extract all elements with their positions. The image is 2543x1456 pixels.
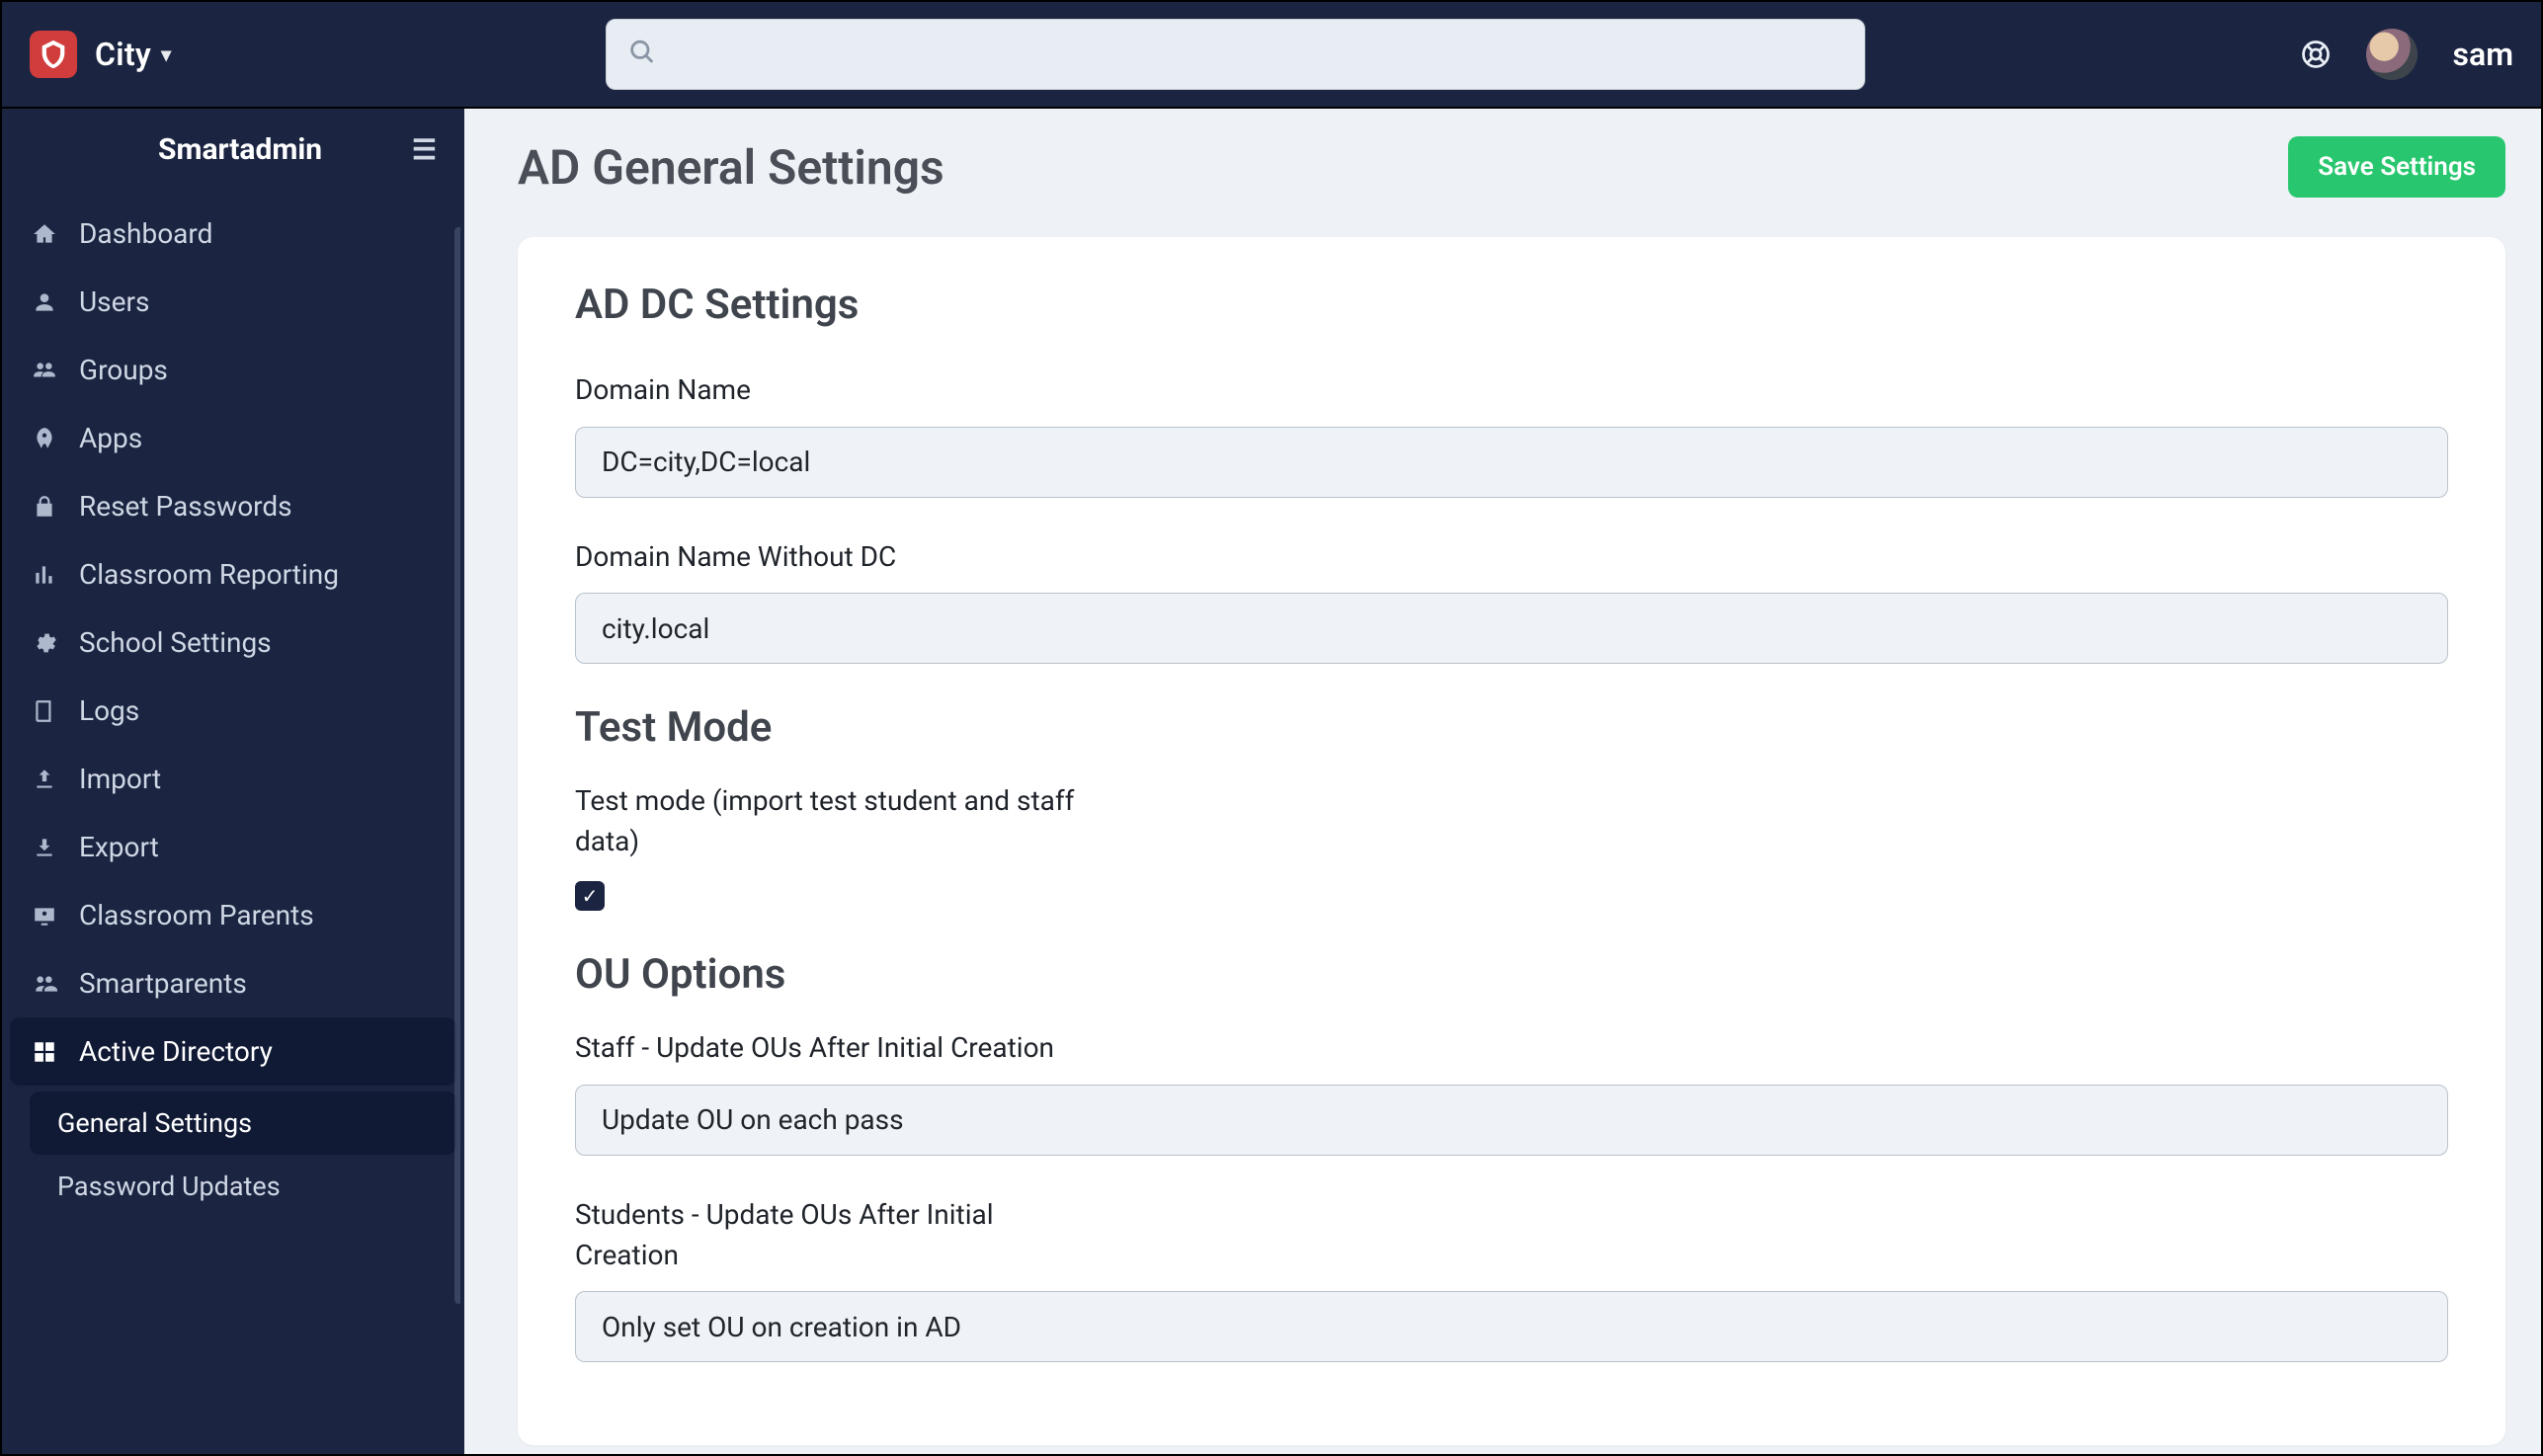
sidebar-item-classroom-reporting[interactable]: Classroom Reporting xyxy=(10,540,456,608)
org-name: City xyxy=(95,36,151,73)
help-icon[interactable] xyxy=(2301,40,2331,69)
staff-ou-select[interactable]: Update OU on each pass xyxy=(575,1085,2448,1156)
org-switcher[interactable]: City ▾ xyxy=(30,31,171,78)
book-icon xyxy=(30,698,59,724)
sidebar-item-label: Logs xyxy=(79,694,139,727)
sidebar-item-label: Apps xyxy=(79,422,142,454)
people-icon xyxy=(30,971,59,997)
domain-name-input[interactable] xyxy=(575,427,2448,498)
sidebar-item-logs[interactable]: Logs xyxy=(10,677,456,745)
page-title: AD General Settings xyxy=(518,139,944,196)
sidebar-item-apps[interactable]: Apps xyxy=(10,404,456,472)
sidebar-item-label: Import xyxy=(79,763,161,795)
sidebar-item-label: School Settings xyxy=(79,626,272,659)
sidebar-item-school-settings[interactable]: School Settings xyxy=(10,608,456,677)
students-ou-select[interactable]: Only set OU on creation in AD xyxy=(575,1291,2448,1362)
sidebar-item-label: Classroom Reporting xyxy=(79,558,339,591)
classroom-icon xyxy=(30,903,59,929)
sidebar-subitem-password-updates[interactable]: Password Updates xyxy=(30,1155,456,1218)
search-icon xyxy=(627,38,655,72)
sidebar-item-classroom-parents[interactable]: Classroom Parents xyxy=(10,881,456,949)
home-icon xyxy=(30,221,59,247)
user-icon xyxy=(30,289,59,315)
domain-name-label: Domain Name xyxy=(575,370,1089,411)
sidebar-item-dashboard[interactable]: Dashboard xyxy=(10,200,456,268)
save-button[interactable]: Save Settings xyxy=(2288,136,2505,198)
section-title-ou: OU Options xyxy=(575,950,2448,999)
staff-ou-label: Staff - Update OUs After Initial Creatio… xyxy=(575,1028,1089,1069)
sidebar-item-groups[interactable]: Groups xyxy=(10,336,456,404)
chart-icon xyxy=(30,562,59,588)
chevron-down-icon: ▾ xyxy=(161,42,171,66)
username: sam xyxy=(2453,36,2513,73)
group-icon xyxy=(30,358,59,383)
sidebar-item-import[interactable]: Import xyxy=(10,745,456,813)
sidebar-item-reset-passwords[interactable]: Reset Passwords xyxy=(10,472,456,540)
students-ou-label: Students - Update OUs After Initial Crea… xyxy=(575,1195,1089,1275)
sidebar-item-label: Active Directory xyxy=(79,1035,273,1068)
upload-icon xyxy=(30,767,59,792)
sidebar-subitem-general-settings[interactable]: General Settings xyxy=(30,1092,456,1155)
grid-icon xyxy=(30,1039,59,1065)
sidebar-item-export[interactable]: Export xyxy=(10,813,456,881)
content: AD General Settings Save Settings AD DC … xyxy=(464,109,2541,1454)
sidebar: Smartadmin ☰ Dashboard Users Groups Apps Res… xyxy=(2,109,464,1454)
sidebar-item-label: Smartparents xyxy=(79,967,247,1000)
app-logo xyxy=(30,31,77,78)
sidebar-item-label: Dashboard xyxy=(79,217,212,250)
domain-name-nodc-label: Domain Name Without DC xyxy=(575,537,1089,578)
sidebar-item-label: Groups xyxy=(79,354,168,386)
sidebar-item-label: Reset Passwords xyxy=(79,490,292,523)
sidebar-item-label: Export xyxy=(79,831,159,863)
section-title-testmode: Test Mode xyxy=(575,703,2448,752)
download-icon xyxy=(30,835,59,860)
hamburger-icon[interactable]: ☰ xyxy=(412,133,437,166)
sidebar-item-users[interactable]: Users xyxy=(10,268,456,336)
avatar[interactable] xyxy=(2366,29,2418,80)
gear-icon xyxy=(30,630,59,656)
sidebar-brand: Smartadmin xyxy=(158,132,322,167)
sidebar-item-active-directory[interactable]: Active Directory xyxy=(10,1017,456,1086)
sidebar-item-label: Classroom Parents xyxy=(79,899,314,931)
domain-name-nodc-input[interactable] xyxy=(575,593,2448,664)
search-input[interactable] xyxy=(606,19,1865,90)
testmode-label: Test mode (import test student and staff… xyxy=(575,781,1089,861)
testmode-checkbox[interactable]: ✓ xyxy=(575,881,605,911)
sidebar-item-smartparents[interactable]: Smartparents xyxy=(10,949,456,1017)
lock-icon xyxy=(30,494,59,520)
rocket-icon xyxy=(30,426,59,451)
section-title-dc: AD DC Settings xyxy=(575,281,2448,329)
sidebar-item-label: Users xyxy=(79,285,149,318)
